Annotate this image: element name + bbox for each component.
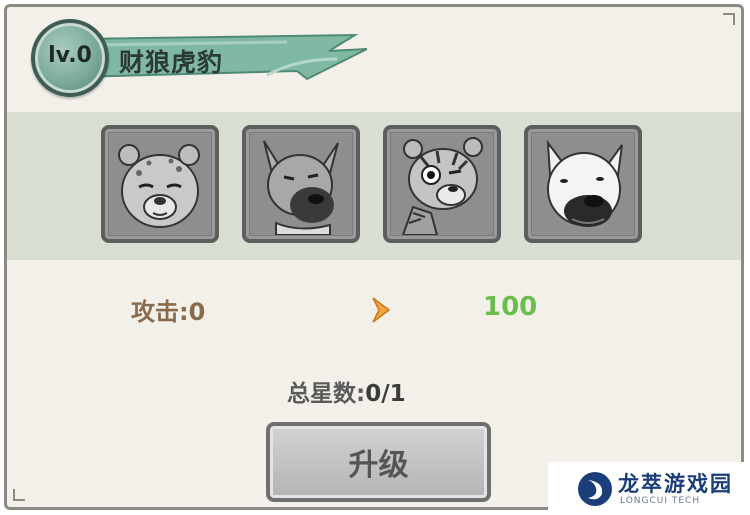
dog-portrait-icon [532,133,634,235]
leopard-portrait-icon [109,133,211,235]
portrait-dog[interactable] [524,125,642,243]
level-label: lv.0 [48,43,92,68]
watermark-logo-icon [578,472,612,506]
tiger-portrait-icon [391,133,493,235]
level-badge: lv.0 [31,19,109,97]
panel-corner-ornament [723,13,735,25]
combo-title: 财狼虎豹 [119,48,224,77]
watermark-text: 龙萃游戏园 [618,472,733,496]
wolf-portrait-icon [250,133,352,235]
total-stars-label: 总星数: [287,381,366,407]
portrait-tiger[interactable] [383,125,501,243]
chevron-right-icon [372,297,391,323]
combo-panel: 财狼虎豹 lv.0 攻击:0 100 总星数:0/1 升级 [4,4,744,510]
portrait-wolf[interactable] [242,125,360,243]
attack-current: 攻击:0 [131,298,206,326]
total-stars: 总星数:0/1 [287,374,406,408]
watermark-subtext: LONGCUI TECH [620,496,701,506]
upgrade-button[interactable]: 升级 [266,422,491,502]
total-stars-value: 0/1 [365,381,406,407]
watermark: 龙萃游戏园 LONGCUI TECH [548,462,750,515]
attack-next: 100 [483,292,538,322]
panel-corner-ornament [13,489,25,501]
portrait-leopard[interactable] [101,125,219,243]
